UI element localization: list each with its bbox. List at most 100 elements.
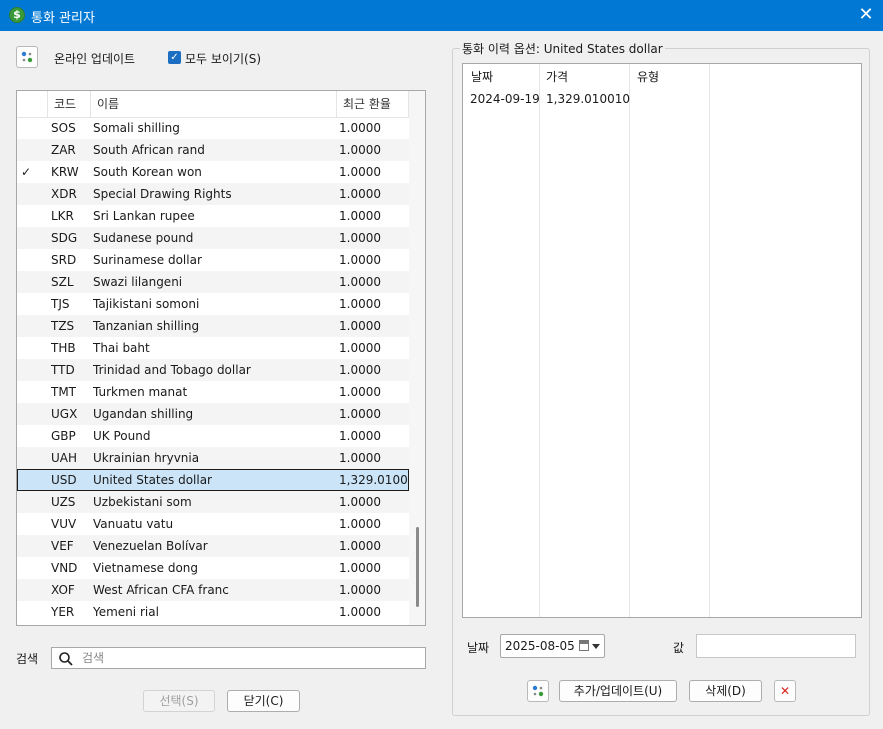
table-row[interactable]: TTD Trinidad and Tobago dollar 1.0000 bbox=[17, 359, 409, 381]
row-rate: 1.0000 bbox=[339, 385, 381, 399]
history-header-type[interactable]: 유형 bbox=[637, 68, 659, 85]
row-rate: 1,329.0100 bbox=[339, 473, 408, 487]
row-name: Vietnamese dong bbox=[93, 561, 199, 575]
show-all-checkbox[interactable]: ✓ bbox=[168, 51, 181, 64]
row-name: Ukrainian hryvnia bbox=[93, 451, 200, 465]
search-input[interactable] bbox=[82, 649, 412, 667]
row-code: VND bbox=[51, 561, 78, 575]
row-check-mark: ✓ bbox=[21, 165, 32, 179]
table-row[interactable]: SZL Swazi lilangeni 1.0000 bbox=[17, 271, 409, 293]
table-row[interactable]: SRD Surinamese dollar 1.0000 bbox=[17, 249, 409, 271]
history-row-price[interactable]: 1,329.010010 bbox=[546, 92, 630, 106]
table-row[interactable]: SDG Sudanese pound 1.0000 bbox=[17, 227, 409, 249]
table-row[interactable]: XDR Special Drawing Rights 1.0000 bbox=[17, 183, 409, 205]
value-input[interactable] bbox=[696, 634, 856, 658]
table-row[interactable]: VUV Vanuatu vatu 1.0000 bbox=[17, 513, 409, 535]
row-rate: 1.0000 bbox=[339, 187, 381, 201]
calendar-icon[interactable] bbox=[579, 640, 589, 651]
history-row-date[interactable]: 2024-09-19 bbox=[470, 92, 540, 106]
row-rate: 1.0000 bbox=[339, 319, 381, 333]
date-label: 날짜 bbox=[467, 641, 490, 655]
row-rate: 1.0000 bbox=[339, 407, 381, 421]
row-name: Ugandan shilling bbox=[93, 407, 194, 421]
table-row[interactable]: TMT Turkmen manat 1.0000 bbox=[17, 381, 409, 403]
history-list[interactable]: 날짜 가격 유형 2024-09-19 1,329.010010 bbox=[462, 63, 862, 618]
row-rate: 1.0000 bbox=[339, 341, 381, 355]
close-window-button[interactable]: ✕ bbox=[852, 2, 880, 28]
table-row[interactable]: SOS Somali shilling 1.0000 bbox=[17, 117, 409, 139]
history-header-price[interactable]: 가격 bbox=[546, 68, 568, 85]
row-code: XDR bbox=[51, 187, 77, 201]
search-icon bbox=[59, 652, 73, 666]
row-rate: 1.0000 bbox=[339, 539, 381, 553]
history-group-title: 통화 이력 옵션: United States dollar bbox=[460, 40, 665, 57]
show-all-label[interactable]: 모두 보이기(S) bbox=[185, 50, 261, 67]
row-code: VEF bbox=[51, 539, 74, 553]
row-name: Special Drawing Rights bbox=[93, 187, 232, 201]
row-name: Turkmen manat bbox=[93, 385, 188, 399]
row-code: VUV bbox=[51, 517, 77, 531]
history-column-date bbox=[463, 64, 540, 617]
row-rate: 1.0000 bbox=[339, 143, 381, 157]
row-code: TZS bbox=[51, 319, 75, 333]
table-row[interactable]: LKR Sri Lankan rupee 1.0000 bbox=[17, 205, 409, 227]
row-code: GBP bbox=[51, 429, 76, 443]
currency-list[interactable]: 코드 이름 최근 환율 SOS Somali shilling 1.0000 ZAR S… bbox=[16, 90, 426, 626]
row-name: Sri Lankan rupee bbox=[93, 209, 195, 223]
online-update-icon bbox=[532, 685, 544, 697]
row-code: THB bbox=[51, 341, 76, 355]
row-name: Swazi lilangeni bbox=[93, 275, 183, 289]
row-name: United States dollar bbox=[93, 473, 212, 487]
table-row[interactable]: XOF West African CFA franc 1.0000 bbox=[17, 579, 409, 601]
table-row[interactable]: UGX Ugandan shilling 1.0000 bbox=[17, 403, 409, 425]
table-row[interactable]: TJS Tajikistani somoni 1.0000 bbox=[17, 293, 409, 315]
table-row[interactable]: GBP UK Pound 1.0000 bbox=[17, 425, 409, 447]
date-picker[interactable]: 2025-08-05 bbox=[500, 634, 605, 658]
row-code: SZL bbox=[51, 275, 74, 289]
row-rate: 1.0000 bbox=[339, 495, 381, 509]
history-header-date[interactable]: 날짜 bbox=[471, 68, 493, 85]
window-title: 통화 관리자 bbox=[31, 11, 95, 26]
row-name: Yemeni rial bbox=[93, 605, 159, 619]
row-name: Thai baht bbox=[93, 341, 150, 355]
column-header-name[interactable]: 이름 bbox=[90, 91, 336, 117]
table-row[interactable]: USD United States dollar 1,329.0100 bbox=[17, 469, 409, 491]
history-column-price bbox=[540, 64, 630, 617]
title-bar: $ 통화 관리자 ✕ bbox=[0, 0, 883, 31]
table-row[interactable]: ZAR South African rand 1.0000 bbox=[17, 139, 409, 161]
date-value[interactable]: 2025-08-05 bbox=[505, 639, 575, 653]
row-rate: 1.0000 bbox=[339, 231, 381, 245]
row-name: Vanuatu vatu bbox=[93, 517, 174, 531]
row-code: TJS bbox=[51, 297, 70, 311]
delete-button[interactable]: 삭제(D) bbox=[689, 680, 762, 702]
table-row[interactable]: TZS Tanzanian shilling 1.0000 bbox=[17, 315, 409, 337]
row-name: Uzbekistani som bbox=[93, 495, 192, 509]
delete-icon-button[interactable]: ✕ bbox=[774, 680, 796, 702]
table-row[interactable]: UZS Uzbekistani som 1.0000 bbox=[17, 491, 409, 513]
scrollbar-thumb[interactable] bbox=[416, 527, 419, 607]
row-rate: 1.0000 bbox=[339, 253, 381, 267]
row-name: Tajikistani somoni bbox=[93, 297, 200, 311]
table-row[interactable]: VEF Venezuelan Bolívar 1.0000 bbox=[17, 535, 409, 557]
close-button[interactable]: 닫기(C) bbox=[227, 690, 300, 712]
table-row[interactable]: THB Thai baht 1.0000 bbox=[17, 337, 409, 359]
row-rate: 1.0000 bbox=[339, 275, 381, 289]
table-row[interactable]: YER Yemeni rial 1.0000 bbox=[17, 601, 409, 623]
row-code: SOS bbox=[51, 121, 76, 135]
search-box[interactable] bbox=[51, 647, 426, 669]
history-online-button[interactable] bbox=[527, 680, 549, 702]
select-button[interactable]: 선택(S) bbox=[143, 690, 215, 712]
add-update-button[interactable]: 추가/업데이트(U) bbox=[559, 680, 677, 702]
table-row[interactable]: ✓ KRW South Korean won 1.0000 bbox=[17, 161, 409, 183]
online-update-label[interactable]: 온라인 업데이트 bbox=[54, 50, 135, 67]
online-update-button[interactable] bbox=[16, 46, 38, 68]
table-row[interactable]: VND Vietnamese dong 1.0000 bbox=[17, 557, 409, 579]
table-row[interactable]: UAH Ukrainian hryvnia 1.0000 bbox=[17, 447, 409, 469]
online-update-icon bbox=[21, 51, 33, 63]
row-name: Venezuelan Bolívar bbox=[93, 539, 208, 553]
row-code: USD bbox=[51, 473, 77, 487]
chevron-down-icon[interactable] bbox=[592, 644, 600, 649]
list-scrollbar[interactable] bbox=[409, 91, 425, 625]
column-header-code[interactable]: 코드 bbox=[47, 91, 90, 117]
column-header-rate[interactable]: 최근 환율 bbox=[336, 91, 409, 117]
